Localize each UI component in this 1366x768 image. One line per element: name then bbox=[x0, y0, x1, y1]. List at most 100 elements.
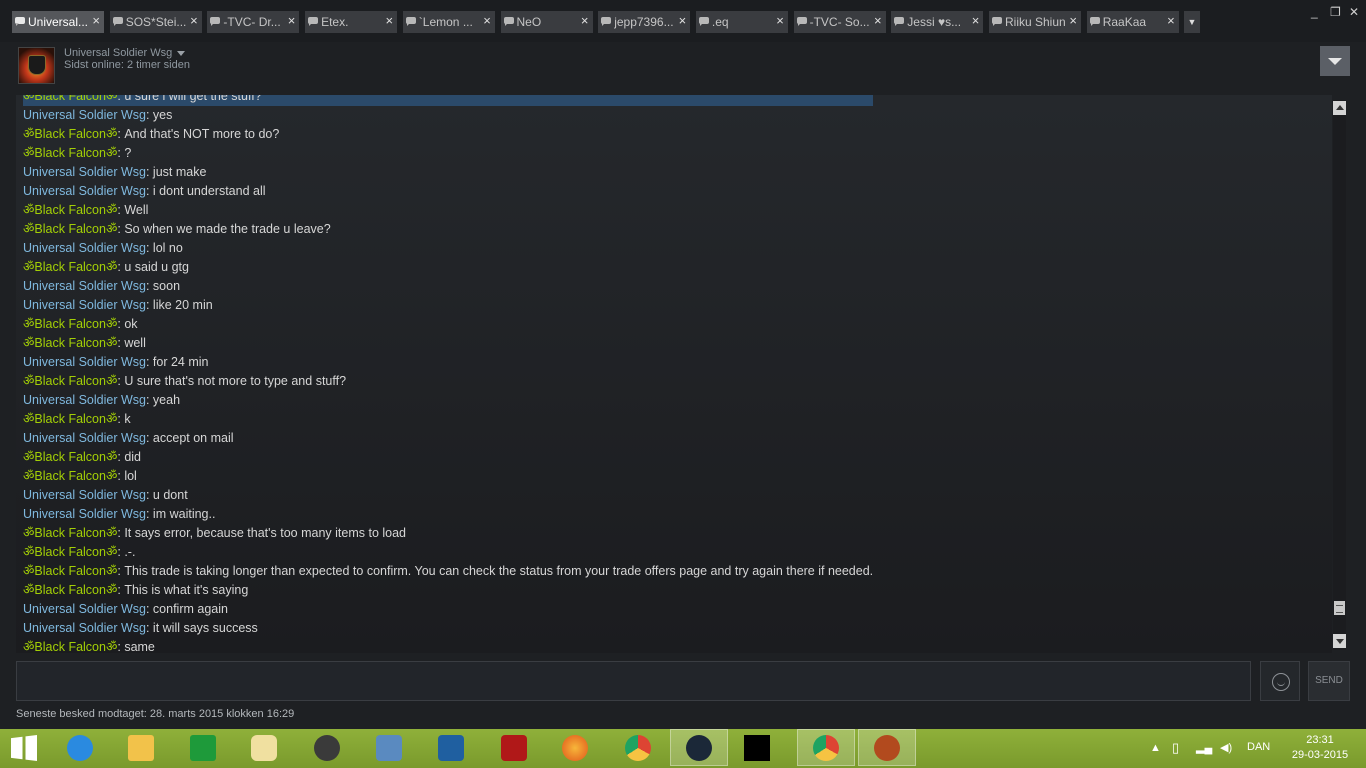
taskbar-button[interactable] bbox=[372, 731, 406, 765]
chat-tab[interactable]: -TVC- So... × bbox=[793, 11, 886, 33]
chat-tab[interactable]: Etex. × bbox=[305, 11, 398, 33]
sender-name[interactable]: Universal Soldier Wsg bbox=[23, 355, 146, 369]
sender-name[interactable]: Universal Soldier Wsg bbox=[23, 298, 146, 312]
sender-name[interactable]: ॐBlack Falconॐ bbox=[23, 203, 117, 217]
sender-name[interactable]: ॐBlack Falconॐ bbox=[23, 146, 117, 160]
sender-name[interactable]: ॐBlack Falconॐ bbox=[23, 127, 117, 141]
chat-tab[interactable]: `Lemon ... × bbox=[402, 11, 495, 33]
sender-name[interactable]: ॐBlack Falconॐ bbox=[23, 260, 117, 274]
close-tab-icon[interactable]: × bbox=[776, 14, 784, 28]
message-colon: : bbox=[145, 165, 153, 179]
taskbar-button[interactable] bbox=[797, 729, 855, 766]
send-button[interactable]: SEND bbox=[1308, 661, 1350, 701]
close-tab-icon[interactable]: × bbox=[92, 14, 100, 28]
taskbar-button[interactable] bbox=[858, 729, 916, 766]
chat-tab[interactable]: RaaKaa × bbox=[1086, 11, 1179, 33]
taskbar-button[interactable] bbox=[124, 731, 158, 765]
sender-name[interactable]: Universal Soldier Wsg bbox=[23, 621, 146, 635]
taskbar-button[interactable] bbox=[621, 731, 655, 765]
message-text: yeah bbox=[152, 393, 181, 407]
minimize-icon[interactable]: _ bbox=[1311, 6, 1318, 18]
close-tab-icon[interactable]: × bbox=[288, 14, 296, 28]
sender-name[interactable]: Universal Soldier Wsg bbox=[23, 184, 146, 198]
taskbar-button[interactable] bbox=[558, 731, 592, 765]
close-window-icon[interactable]: ✕ bbox=[1349, 6, 1359, 18]
battery-icon[interactable]: ▯ bbox=[1172, 740, 1179, 756]
sender-name[interactable]: ॐBlack Falconॐ bbox=[23, 526, 117, 540]
close-tab-icon[interactable]: × bbox=[972, 14, 980, 28]
sender-name[interactable]: Universal Soldier Wsg bbox=[23, 488, 146, 502]
sender-name[interactable]: ॐBlack Falconॐ bbox=[23, 640, 117, 653]
tab-overflow-chevron-icon[interactable]: ▼ bbox=[1184, 11, 1200, 33]
close-tab-icon[interactable]: × bbox=[1167, 14, 1175, 28]
sender-name[interactable]: Universal Soldier Wsg bbox=[23, 507, 146, 521]
chat-tab[interactable]: Universal... × bbox=[12, 11, 104, 33]
sender-name[interactable]: ॐBlack Falconॐ bbox=[23, 374, 117, 388]
sender-name[interactable]: Universal Soldier Wsg bbox=[23, 393, 146, 407]
chat-bubble-icon bbox=[405, 17, 416, 26]
chat-tab[interactable]: -TVC- Dr... × bbox=[207, 11, 300, 33]
taskbar-button[interactable] bbox=[497, 731, 531, 765]
sender-name[interactable]: Universal Soldier Wsg bbox=[23, 431, 146, 445]
chat-tab[interactable]: SOS*Stei... × bbox=[109, 11, 202, 33]
chat-tab[interactable]: Riiku Shiun × bbox=[989, 11, 1081, 33]
sender-name[interactable]: Universal Soldier Wsg bbox=[23, 241, 146, 255]
sender-name[interactable]: Universal Soldier Wsg bbox=[23, 165, 146, 179]
sender-name[interactable]: ॐBlack Falconॐ bbox=[23, 412, 117, 426]
close-tab-icon[interactable]: × bbox=[386, 14, 394, 28]
sender-name[interactable]: ॐBlack Falconॐ bbox=[23, 450, 117, 464]
scroll-down-button[interactable] bbox=[1333, 634, 1346, 648]
close-tab-icon[interactable]: × bbox=[190, 14, 198, 28]
taskbar-button[interactable] bbox=[247, 731, 281, 765]
chat-scrollbar[interactable] bbox=[1333, 100, 1346, 650]
sender-name[interactable]: Universal Soldier Wsg bbox=[23, 602, 146, 616]
close-tab-icon[interactable]: × bbox=[1069, 14, 1077, 28]
taskbar-button[interactable] bbox=[670, 729, 728, 766]
message-input[interactable] bbox=[16, 661, 1251, 701]
close-tab-icon[interactable]: × bbox=[581, 14, 589, 28]
language-indicator[interactable]: DAN bbox=[1247, 741, 1270, 753]
sender-name[interactable]: ॐBlack Falconॐ bbox=[23, 469, 117, 483]
avatar[interactable] bbox=[18, 47, 55, 84]
emoticon-button[interactable] bbox=[1260, 661, 1300, 701]
message-colon: : bbox=[145, 355, 153, 369]
taskbar-button[interactable] bbox=[740, 731, 774, 765]
sender-name[interactable]: ॐBlack Falconॐ bbox=[23, 564, 117, 578]
sender-name[interactable]: Universal Soldier Wsg bbox=[23, 279, 146, 293]
sender-name[interactable]: Universal Soldier Wsg bbox=[23, 108, 146, 122]
network-signal-icon[interactable]: ▂▄ bbox=[1196, 741, 1212, 754]
taskbar-button[interactable] bbox=[63, 731, 97, 765]
sender-name[interactable]: ॐBlack Falconॐ bbox=[23, 95, 117, 103]
scroll-up-button[interactable] bbox=[1333, 101, 1346, 115]
chat-options-dropdown-button[interactable] bbox=[1320, 46, 1350, 76]
sender-name[interactable]: ॐBlack Falconॐ bbox=[23, 222, 117, 236]
sender-name[interactable]: ॐBlack Falconॐ bbox=[23, 336, 117, 350]
taskbar-clock[interactable]: 23:31 29-03-2015 bbox=[1290, 733, 1350, 763]
sender-name[interactable]: ॐBlack Falconॐ bbox=[23, 545, 117, 559]
restore-icon[interactable]: ❐ bbox=[1330, 6, 1341, 18]
settings-app-icon bbox=[438, 735, 464, 761]
chat-tab[interactable]: .eq × bbox=[695, 11, 788, 33]
sender-name[interactable]: ॐBlack Falconॐ bbox=[23, 583, 117, 597]
sender-name[interactable]: ॐBlack Falconॐ bbox=[23, 317, 117, 331]
chat-message: Universal Soldier Wsg: yeah bbox=[23, 391, 873, 410]
chat-log[interactable]: ॐBlack Falconॐ: u sure i will get the st… bbox=[16, 95, 1332, 653]
message-colon: : bbox=[145, 184, 153, 198]
taskbar-button[interactable] bbox=[7, 731, 41, 765]
taskbar-button[interactable] bbox=[310, 731, 344, 765]
chat-tab[interactable]: jepp7396... × bbox=[598, 11, 691, 33]
volume-icon[interactable]: ◀) bbox=[1220, 741, 1232, 754]
show-hidden-icons-icon[interactable]: ▲ bbox=[1150, 742, 1161, 754]
friend-name-dropdown[interactable]: Universal Soldier Wsg bbox=[64, 47, 186, 59]
scrollbar-thumb[interactable] bbox=[1334, 601, 1345, 615]
close-tab-icon[interactable]: × bbox=[874, 14, 882, 28]
close-tab-icon[interactable]: × bbox=[679, 14, 687, 28]
taskbar-button[interactable] bbox=[434, 731, 468, 765]
chat-tab-label: -TVC- Dr... bbox=[223, 15, 281, 29]
close-tab-icon[interactable]: × bbox=[483, 14, 491, 28]
chat-tab[interactable]: NeO × bbox=[500, 11, 593, 33]
chat-message: Universal Soldier Wsg: it will says succ… bbox=[23, 619, 873, 638]
taskbar-button[interactable] bbox=[186, 731, 220, 765]
message-colon: : bbox=[145, 488, 153, 502]
chat-tab[interactable]: Jessi ♥s... × bbox=[891, 11, 984, 33]
